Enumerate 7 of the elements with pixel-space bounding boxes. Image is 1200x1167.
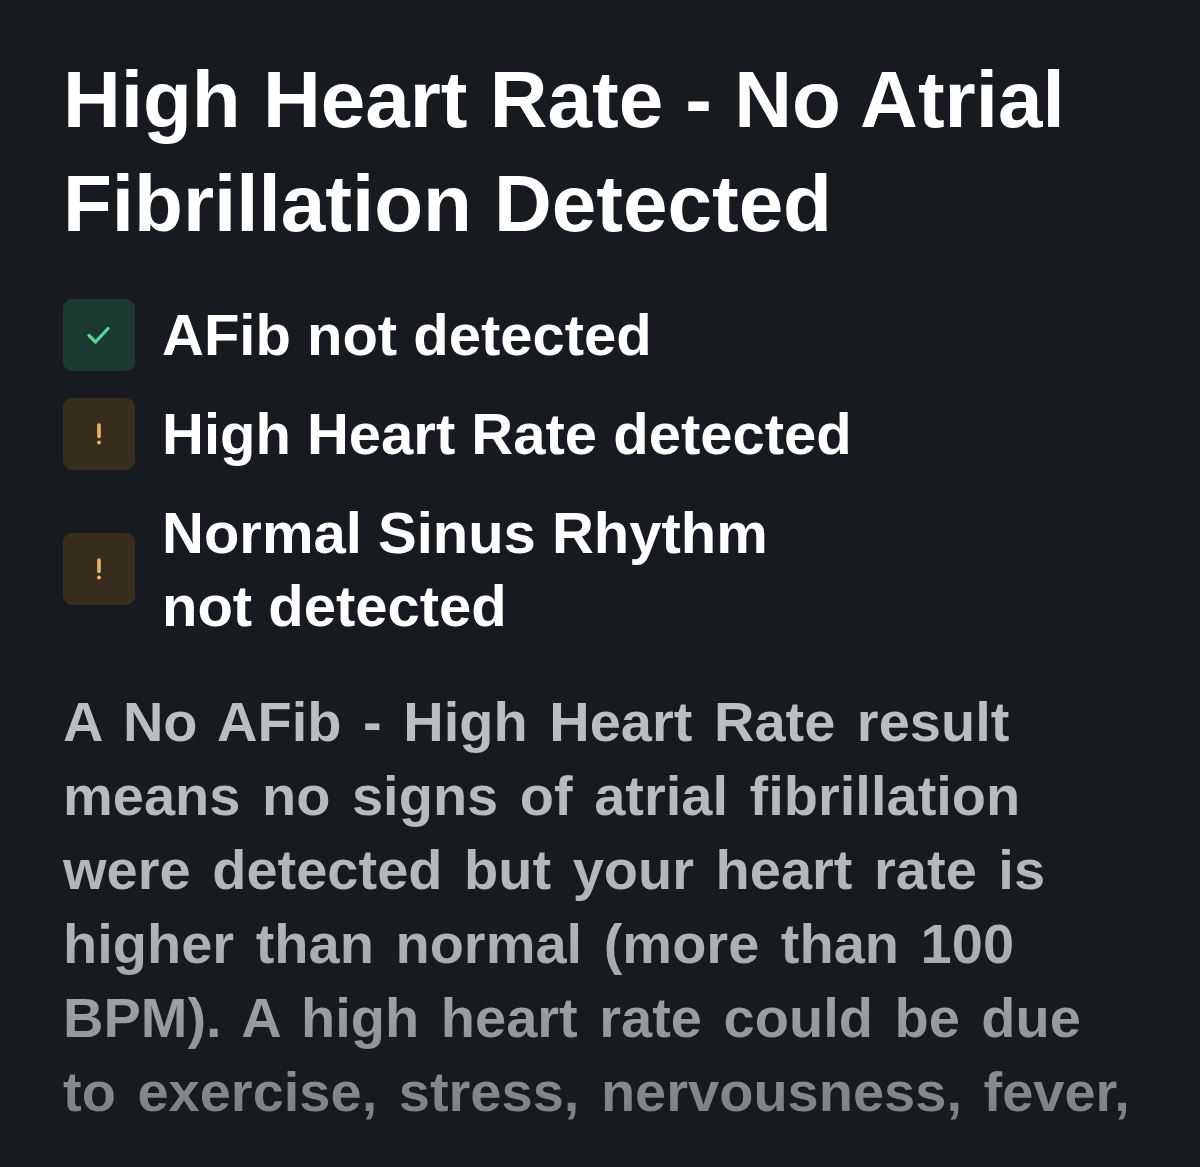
finding-label: High Heart Rate detected (162, 400, 852, 468)
exclamation-icon (63, 397, 135, 470)
exclamation-icon (63, 533, 135, 605)
finding-label: AFib not detected (162, 301, 652, 369)
result-title: High Heart Rate - No Atrial Fibrillation Detected (63, 54, 1066, 250)
check-icon (63, 298, 135, 371)
finding-label: Normal Sinus Rhythm not detected (162, 499, 769, 640)
